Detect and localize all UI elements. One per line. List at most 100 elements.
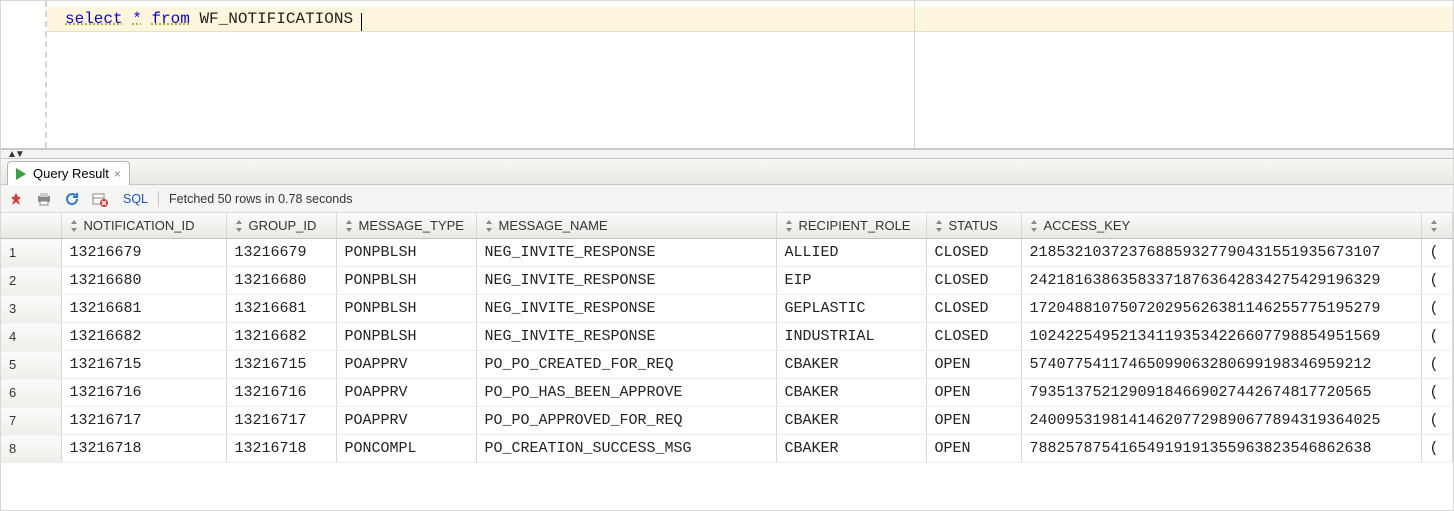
header-message-name[interactable]: MESSAGE_NAME (476, 213, 776, 239)
cell-access-key[interactable]: 78825787541654919191355963823546862638 (1021, 435, 1421, 463)
cell-status[interactable]: OPEN (926, 435, 1021, 463)
cell-message-type[interactable]: PONPBLSH (336, 295, 476, 323)
tab-close-button[interactable]: × (114, 167, 121, 181)
cell-notification-id[interactable]: 13216716 (61, 379, 226, 407)
cell-status[interactable]: OPEN (926, 407, 1021, 435)
cell-group-id[interactable]: 13216680 (226, 267, 336, 295)
cell-access-key[interactable]: 57407754117465099063280699198346959212 (1021, 351, 1421, 379)
cell-extra[interactable]: ( (1421, 295, 1452, 323)
cell-message-type[interactable]: POAPPRV (336, 351, 476, 379)
table-row[interactable]: 31321668113216681PONPBLSHNEG_INVITE_RESP… (1, 295, 1452, 323)
cell-extra[interactable]: ( (1421, 323, 1452, 351)
cell-access-key[interactable]: 242181638635833718763642834275429196329 (1021, 267, 1421, 295)
header-rownum[interactable] (1, 213, 61, 239)
header-status[interactable]: STATUS (926, 213, 1021, 239)
cell-message-name[interactable]: PO_PO_APPROVED_FOR_REQ (476, 407, 776, 435)
table-row[interactable]: 41321668213216682PONPBLSHNEG_INVITE_RESP… (1, 323, 1452, 351)
cell-notification-id[interactable]: 13216718 (61, 435, 226, 463)
cell-recipient-role[interactable]: CBAKER (776, 435, 926, 463)
cell-message-type[interactable]: PONPBLSH (336, 267, 476, 295)
cell-rownum[interactable]: 8 (1, 435, 61, 463)
sql-editor-pane[interactable]: select * from WF_NOTIFICATIONS (1, 1, 1453, 149)
cell-message-name[interactable]: PO_PO_CREATED_FOR_REQ (476, 351, 776, 379)
cell-status[interactable]: CLOSED (926, 267, 1021, 295)
cell-message-name[interactable]: NEG_INVITE_RESPONSE (476, 239, 776, 267)
cell-group-id[interactable]: 13216717 (226, 407, 336, 435)
cell-recipient-role[interactable]: INDUSTRIAL (776, 323, 926, 351)
cell-message-name[interactable]: PO_CREATION_SUCCESS_MSG (476, 435, 776, 463)
sql-editor[interactable]: select * from WF_NOTIFICATIONS (47, 1, 1453, 148)
cell-access-key[interactable]: 218532103723768859327790431551935673107 (1021, 239, 1421, 267)
print-icon[interactable] (35, 190, 53, 208)
cell-recipient-role[interactable]: CBAKER (776, 407, 926, 435)
pin-icon[interactable] (7, 190, 25, 208)
cell-access-key[interactable]: 102422549521341193534226607798854951569 (1021, 323, 1421, 351)
cell-message-name[interactable]: NEG_INVITE_RESPONSE (476, 295, 776, 323)
cell-rownum[interactable]: 3 (1, 295, 61, 323)
cell-notification-id[interactable]: 13216682 (61, 323, 226, 351)
cell-extra[interactable]: ( (1421, 351, 1452, 379)
cell-recipient-role[interactable]: EIP (776, 267, 926, 295)
cell-status[interactable]: CLOSED (926, 323, 1021, 351)
table-row[interactable]: 51321671513216715POAPPRVPO_PO_CREATED_FO… (1, 351, 1452, 379)
cell-status[interactable]: CLOSED (926, 239, 1021, 267)
cell-recipient-role[interactable]: CBAKER (776, 379, 926, 407)
header-recipient-role[interactable]: RECIPIENT_ROLE (776, 213, 926, 239)
cell-message-type[interactable]: PONPBLSH (336, 239, 476, 267)
sql-link[interactable]: SQL (123, 192, 148, 206)
cell-group-id[interactable]: 13216682 (226, 323, 336, 351)
cell-message-name[interactable]: NEG_INVITE_RESPONSE (476, 267, 776, 295)
result-grid[interactable]: NOTIFICATION_ID GROUP_ID MESSAGE_TYPE ME… (1, 213, 1453, 510)
table-row[interactable]: 11321667913216679PONPBLSHNEG_INVITE_RESP… (1, 239, 1452, 267)
cell-message-name[interactable]: PO_PO_HAS_BEEN_APPROVE (476, 379, 776, 407)
table-row[interactable]: 71321671713216717POAPPRVPO_PO_APPROVED_F… (1, 407, 1452, 435)
header-group-id[interactable]: GROUP_ID (226, 213, 336, 239)
delete-row-icon[interactable] (91, 190, 109, 208)
cell-extra[interactable]: ( (1421, 239, 1452, 267)
cell-status[interactable]: OPEN (926, 379, 1021, 407)
cell-notification-id[interactable]: 13216681 (61, 295, 226, 323)
cell-notification-id[interactable]: 13216679 (61, 239, 226, 267)
cell-message-type[interactable]: PONCOMPL (336, 435, 476, 463)
cell-notification-id[interactable]: 13216680 (61, 267, 226, 295)
cell-extra[interactable]: ( (1421, 379, 1452, 407)
cell-access-key[interactable]: 240095319814146207729890677894319364025 (1021, 407, 1421, 435)
cell-access-key[interactable]: 172048810750720295626381146255775195279 (1021, 295, 1421, 323)
cell-message-type[interactable]: PONPBLSH (336, 323, 476, 351)
cell-extra[interactable]: ( (1421, 407, 1452, 435)
sql-line[interactable]: select * from WF_NOTIFICATIONS (47, 7, 1453, 32)
tab-query-result[interactable]: Query Result × (7, 161, 130, 185)
header-message-type[interactable]: MESSAGE_TYPE (336, 213, 476, 239)
cell-extra[interactable]: ( (1421, 435, 1452, 463)
split-handle[interactable]: ▲▼ (1, 149, 1453, 159)
table-row[interactable]: 81321671813216718PONCOMPLPO_CREATION_SUC… (1, 435, 1452, 463)
cell-recipient-role[interactable]: ALLIED (776, 239, 926, 267)
refresh-icon[interactable] (63, 190, 81, 208)
cell-group-id[interactable]: 13216679 (226, 239, 336, 267)
cell-access-key[interactable]: 79351375212909184669027442674817720565 (1021, 379, 1421, 407)
header-access-key[interactable]: ACCESS_KEY (1021, 213, 1421, 239)
cell-group-id[interactable]: 13216718 (226, 435, 336, 463)
cell-group-id[interactable]: 13216681 (226, 295, 336, 323)
cell-rownum[interactable]: 6 (1, 379, 61, 407)
cell-notification-id[interactable]: 13216715 (61, 351, 226, 379)
table-row[interactable]: 21321668013216680PONPBLSHNEG_INVITE_RESP… (1, 267, 1452, 295)
table-row[interactable]: 61321671613216716POAPPRVPO_PO_HAS_BEEN_A… (1, 379, 1452, 407)
cell-group-id[interactable]: 13216715 (226, 351, 336, 379)
header-extra[interactable] (1421, 213, 1452, 239)
cell-message-type[interactable]: POAPPRV (336, 407, 476, 435)
header-notification-id[interactable]: NOTIFICATION_ID (61, 213, 226, 239)
cell-extra[interactable]: ( (1421, 267, 1452, 295)
cell-rownum[interactable]: 7 (1, 407, 61, 435)
cell-notification-id[interactable]: 13216717 (61, 407, 226, 435)
cell-rownum[interactable]: 1 (1, 239, 61, 267)
cell-group-id[interactable]: 13216716 (226, 379, 336, 407)
cell-rownum[interactable]: 5 (1, 351, 61, 379)
cell-message-name[interactable]: NEG_INVITE_RESPONSE (476, 323, 776, 351)
cell-rownum[interactable]: 4 (1, 323, 61, 351)
cell-message-type[interactable]: POAPPRV (336, 379, 476, 407)
cell-recipient-role[interactable]: GEPLASTIC (776, 295, 926, 323)
cell-rownum[interactable]: 2 (1, 267, 61, 295)
cell-recipient-role[interactable]: CBAKER (776, 351, 926, 379)
cell-status[interactable]: CLOSED (926, 295, 1021, 323)
